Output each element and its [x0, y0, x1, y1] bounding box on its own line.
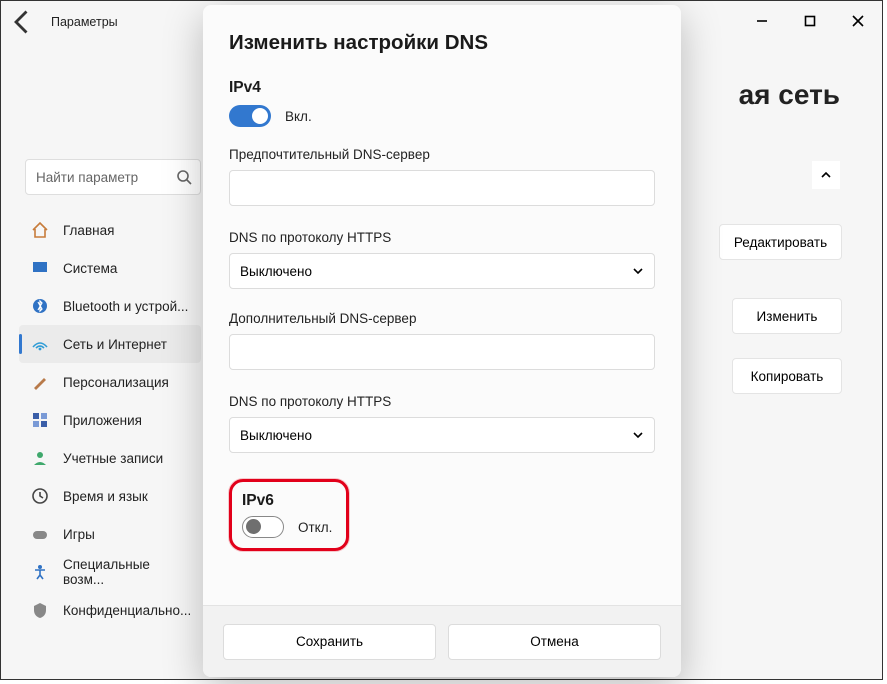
- doh1-value: Выключено: [240, 264, 312, 279]
- sidebar-item-label: Главная: [63, 223, 114, 238]
- sidebar-item-label: Учетные записи: [63, 451, 163, 466]
- chevron-down-icon: [632, 429, 644, 441]
- sidebar-item-label: Время и язык: [63, 489, 148, 504]
- edit-button-label: Редактировать: [734, 235, 827, 250]
- expand-chevron[interactable]: [812, 161, 840, 189]
- sidebar-item-home[interactable]: Главная: [19, 211, 201, 249]
- close-button[interactable]: [834, 1, 882, 41]
- privacy-icon: [31, 601, 49, 619]
- ipv4-toggle[interactable]: [229, 105, 271, 127]
- sidebar-item-network[interactable]: Сеть и Интернет: [19, 325, 201, 363]
- sidebar-item-label: Bluetooth и устрой...: [63, 299, 188, 314]
- preferred-dns-label: Предпочтительный DNS-сервер: [229, 147, 655, 162]
- settings-window: Параметры ая сеть Редактировать Изменить…: [0, 0, 883, 680]
- alternate-dns-input[interactable]: [229, 334, 655, 370]
- preferred-dns-input[interactable]: [229, 170, 655, 206]
- sidebar-item-system[interactable]: Система: [19, 249, 201, 287]
- minimize-icon: [756, 15, 768, 27]
- sidebar-item-accessibility[interactable]: Специальные возм...: [19, 553, 201, 591]
- minimize-button[interactable]: [738, 1, 786, 41]
- maximize-button[interactable]: [786, 1, 834, 41]
- doh1-select[interactable]: Выключено: [229, 253, 655, 289]
- edit-button[interactable]: Редактировать: [719, 224, 842, 260]
- sidebar-item-label: Сеть и Интернет: [63, 337, 167, 352]
- copy-button-label: Копировать: [751, 369, 824, 384]
- window-controls: [738, 1, 882, 41]
- change-button-label: Изменить: [757, 309, 818, 324]
- home-icon: [31, 221, 49, 239]
- search-icon: [176, 169, 192, 188]
- doh2-value: Выключено: [240, 428, 312, 443]
- sidebar-item-label: Приложения: [63, 413, 142, 428]
- doh1-label: DNS по протоколу HTTPS: [229, 230, 655, 245]
- time-icon: [31, 487, 49, 505]
- ipv4-toggle-row: Вкл.: [229, 105, 655, 127]
- close-icon: [852, 15, 864, 27]
- doh2-label: DNS по протоколу HTTPS: [229, 394, 655, 409]
- sidebar-item-apps[interactable]: Приложения: [19, 401, 201, 439]
- back-button[interactable]: [9, 8, 37, 36]
- ipv6-toggle[interactable]: [242, 516, 284, 538]
- maximize-icon: [804, 15, 816, 27]
- accessibility-icon: [31, 563, 49, 581]
- sidebar-item-privacy[interactable]: Конфиденциально...: [19, 591, 201, 629]
- apps-icon: [31, 411, 49, 429]
- sidebar-item-accounts[interactable]: Учетные записи: [19, 439, 201, 477]
- sidebar-item-label: Специальные возм...: [63, 557, 189, 587]
- window-title: Параметры: [51, 15, 118, 29]
- sidebar-item-label: Персонализация: [63, 375, 169, 390]
- dns-settings-dialog: Изменить настройки DNS IPv4 Вкл. Предпоч…: [203, 5, 681, 677]
- save-button[interactable]: Сохранить: [223, 624, 436, 660]
- dialog-body: Изменить настройки DNS IPv4 Вкл. Предпоч…: [203, 5, 681, 605]
- accounts-icon: [31, 449, 49, 467]
- cancel-button-label: Отмена: [530, 634, 578, 649]
- page-heading-partial: ая сеть: [739, 79, 840, 111]
- sidebar-item-label: Игры: [63, 527, 95, 542]
- sidebar-item-personalization[interactable]: Персонализация: [19, 363, 201, 401]
- chevron-up-icon: [820, 169, 832, 181]
- cancel-button[interactable]: Отмена: [448, 624, 661, 660]
- sidebar-item-label: Система: [63, 261, 117, 276]
- dialog-title: Изменить настройки DNS: [229, 31, 655, 55]
- ipv4-toggle-label: Вкл.: [285, 109, 312, 124]
- change-button[interactable]: Изменить: [732, 298, 842, 334]
- sidebar-nav: Главная Система Bluetooth и устрой... Се…: [19, 211, 201, 629]
- search-placeholder: Найти параметр: [36, 170, 138, 185]
- arrow-left-icon: [9, 8, 37, 36]
- doh2-select[interactable]: Выключено: [229, 417, 655, 453]
- ipv6-toggle-row: Откл.: [242, 516, 332, 538]
- save-button-label: Сохранить: [296, 634, 363, 649]
- personalize-icon: [31, 373, 49, 391]
- ipv6-heading: IPv6: [242, 492, 332, 510]
- sidebar-item-time[interactable]: Время и язык: [19, 477, 201, 515]
- gaming-icon: [31, 525, 49, 543]
- search-input[interactable]: Найти параметр: [25, 159, 201, 195]
- network-icon: [31, 335, 49, 353]
- system-icon: [31, 259, 49, 277]
- alternate-dns-label: Дополнительный DNS-сервер: [229, 311, 655, 326]
- copy-button[interactable]: Копировать: [732, 358, 842, 394]
- sidebar-item-label: Конфиденциально...: [63, 603, 191, 618]
- bluetooth-icon: [31, 297, 49, 315]
- sidebar-item-bluetooth[interactable]: Bluetooth и устрой...: [19, 287, 201, 325]
- ipv6-toggle-label: Откл.: [298, 520, 332, 535]
- sidebar-item-gaming[interactable]: Игры: [19, 515, 201, 553]
- chevron-down-icon: [632, 265, 644, 277]
- dialog-footer: Сохранить Отмена: [203, 605, 681, 677]
- ipv4-heading: IPv4: [229, 79, 655, 97]
- ipv6-highlighted-block: IPv6 Откл.: [229, 479, 349, 551]
